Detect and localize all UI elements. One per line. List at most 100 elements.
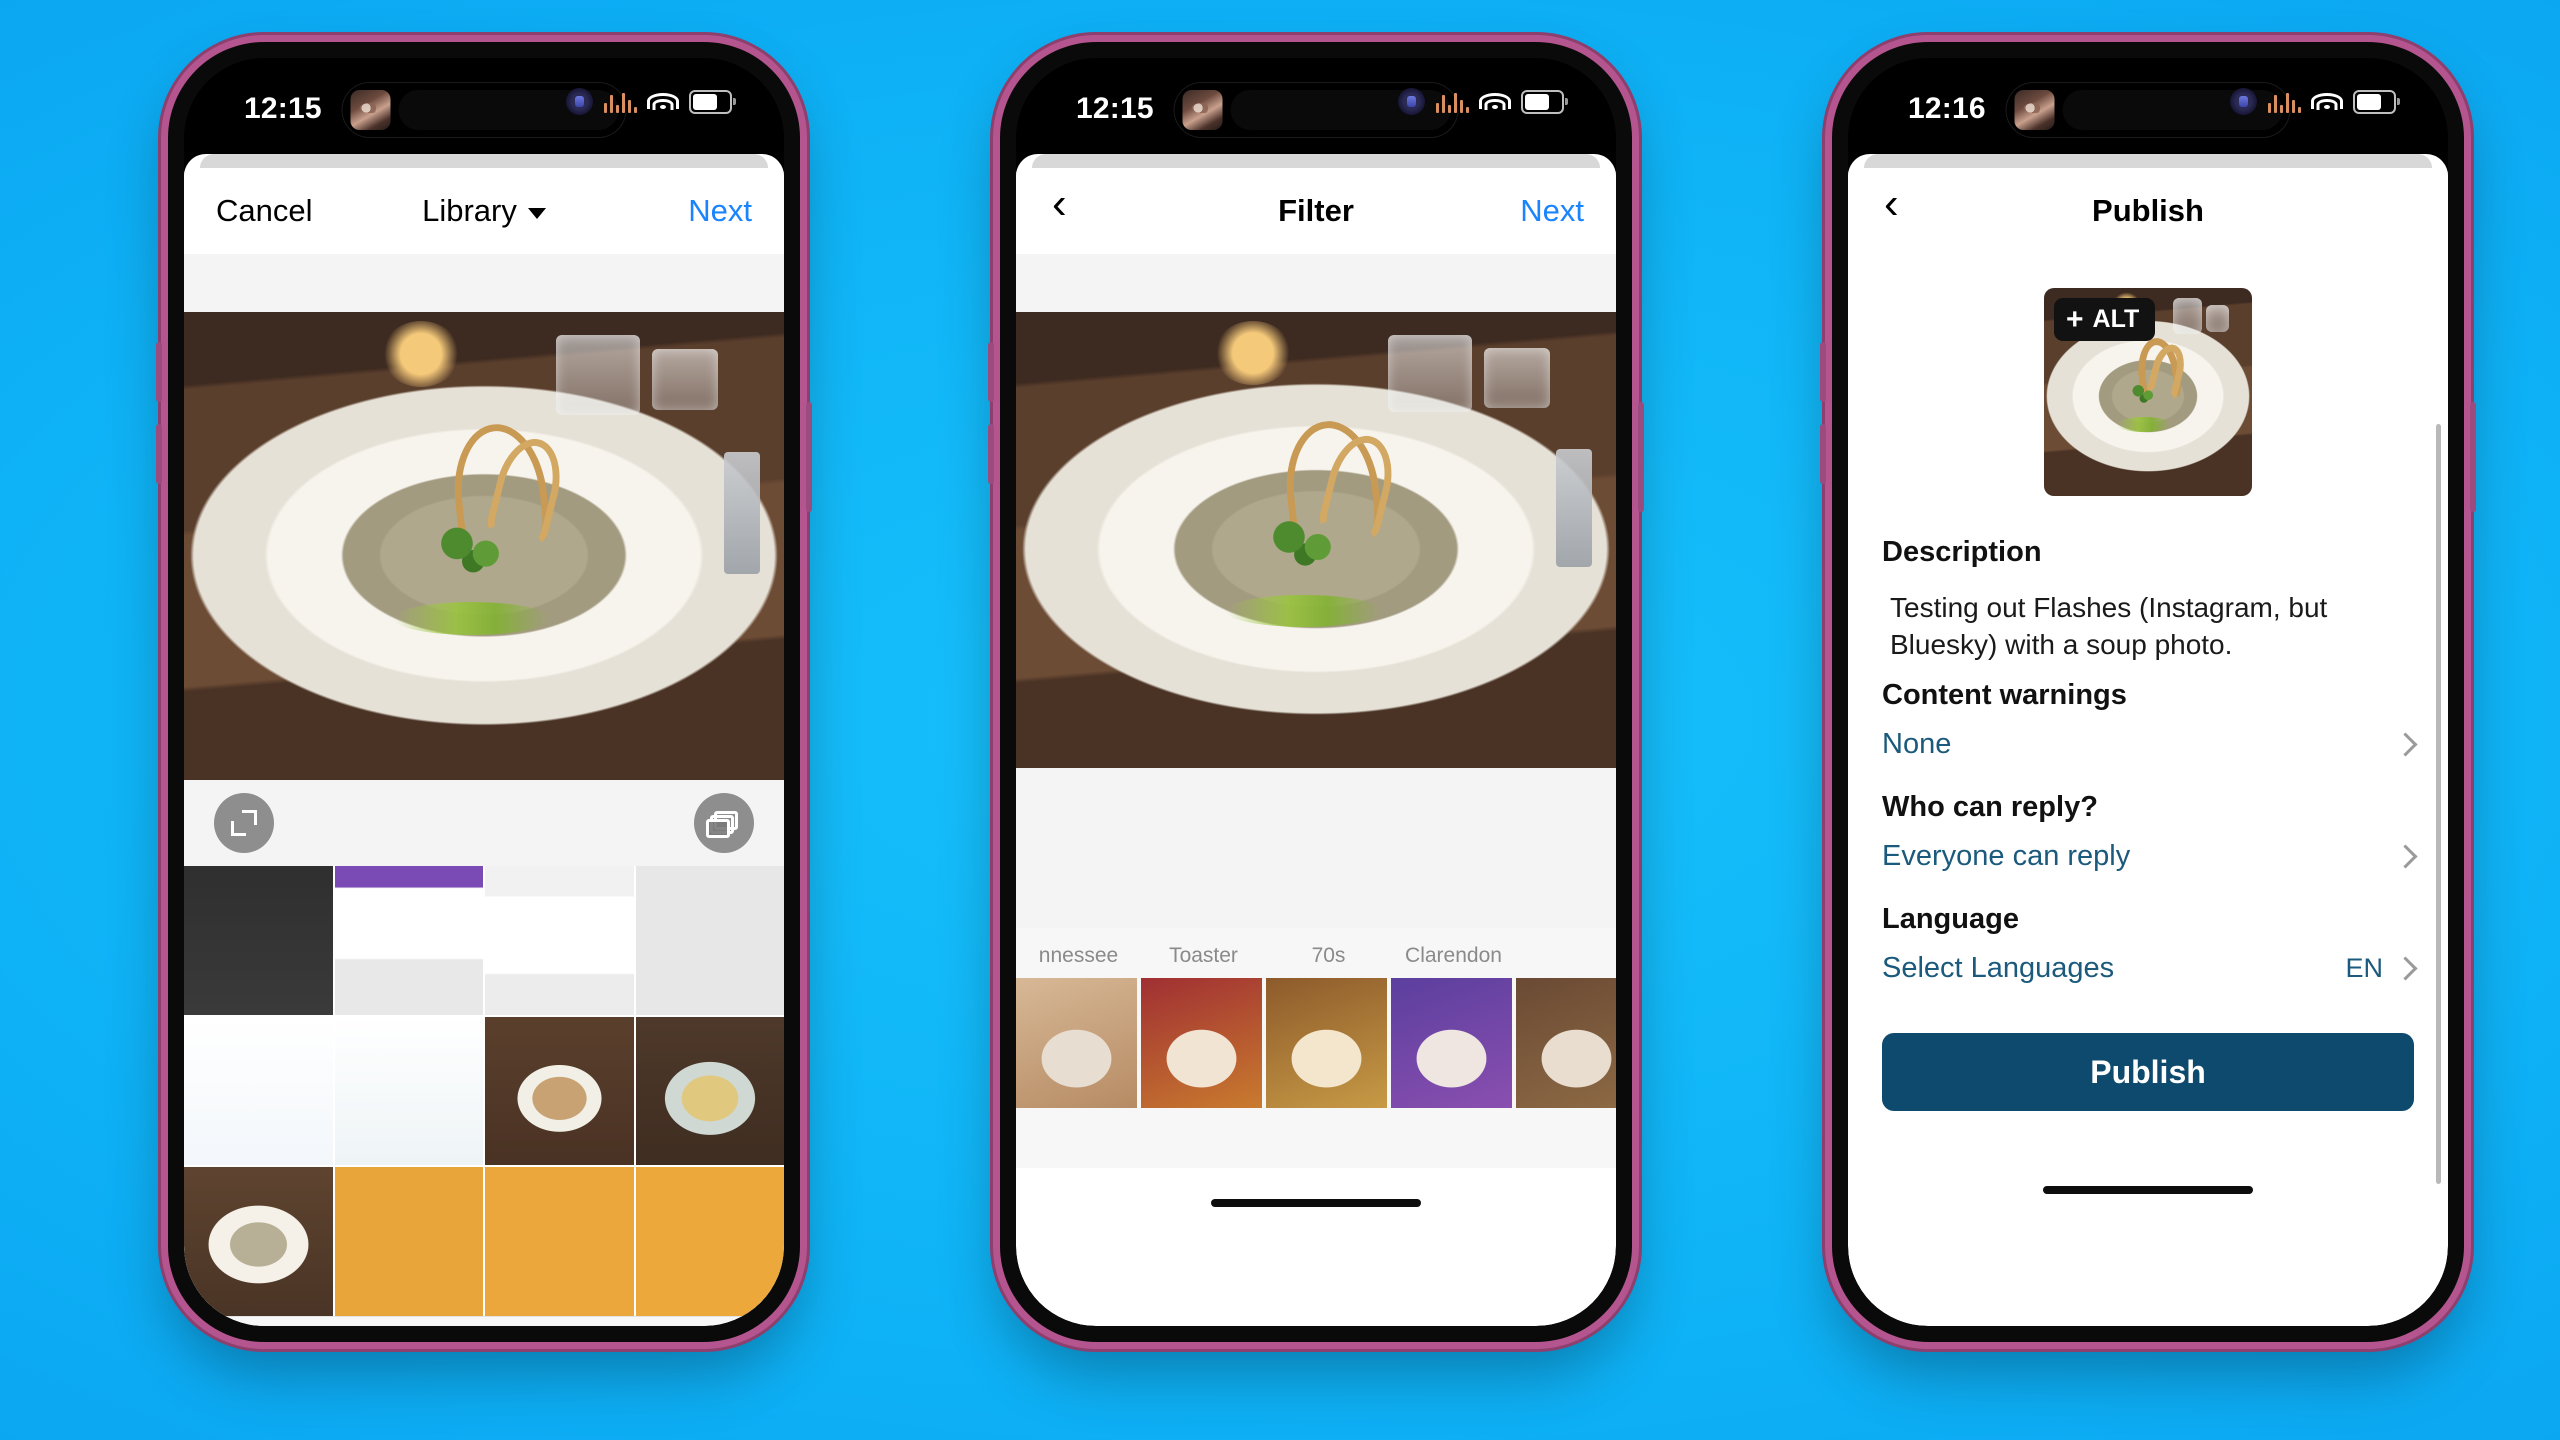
toolbar-gap xyxy=(1016,254,1616,312)
filter-thumb[interactable] xyxy=(1266,978,1387,1108)
cancel-button[interactable]: Cancel xyxy=(216,193,313,229)
filter-thumb[interactable] xyxy=(1516,978,1616,1108)
filter-sheet: ‹ Filter Next nnessee Toaster 70s Claren… xyxy=(1016,154,1616,1326)
filter-name: 70s xyxy=(1311,944,1346,967)
language-right: EN xyxy=(2345,953,2418,984)
filter-thumb[interactable] xyxy=(1141,978,1262,1108)
volume-up-button[interactable] xyxy=(1820,342,1826,402)
siri-icon xyxy=(566,88,593,115)
language-code: EN xyxy=(2345,953,2383,984)
status-icons xyxy=(1398,88,1568,115)
publish-photo-thumbnail[interactable]: + ALT xyxy=(2044,288,2252,496)
grid-item[interactable] xyxy=(635,866,784,1015)
who-can-reply-row[interactable]: Everyone can reply xyxy=(1882,824,2418,887)
filter-name: nnessee xyxy=(1038,944,1119,967)
audio-levels-icon xyxy=(2268,91,2301,113)
volume-up-button[interactable] xyxy=(988,342,994,402)
scrollbar[interactable] xyxy=(2436,424,2441,1184)
library-source-label: Library xyxy=(422,193,517,228)
chevron-down-icon xyxy=(527,207,546,219)
status-bar: 12:16 xyxy=(1848,58,2448,158)
status-time: 12:16 xyxy=(1908,92,1986,125)
publish-button[interactable]: Publish xyxy=(1882,1033,2414,1112)
expand-button[interactable] xyxy=(214,793,274,853)
phone-screen-library: 12:15 Cancel Library Next xyxy=(184,58,784,1326)
content-warnings-right xyxy=(2393,732,2418,757)
battery-icon xyxy=(1521,89,1568,114)
soup-photo xyxy=(1016,312,1616,768)
multi-select-button[interactable] xyxy=(694,793,754,853)
filter-spacer xyxy=(1016,768,1616,928)
publish-thumb-wrap: + ALT xyxy=(1882,254,2414,520)
wifi-icon xyxy=(647,91,679,113)
back-button[interactable]: ‹ xyxy=(1052,182,1067,226)
library-sheet: Cancel Library Next xyxy=(184,154,784,1326)
grid-item[interactable] xyxy=(485,866,634,1015)
selected-photo-preview[interactable] xyxy=(184,312,784,780)
home-indicator[interactable] xyxy=(1211,1199,1421,1207)
description-input[interactable]: Testing out Flashes (Instagram, but Blue… xyxy=(1882,589,2414,663)
chevron-right-icon xyxy=(2393,732,2418,757)
photo-action-bar xyxy=(184,780,784,866)
page-title: Publish xyxy=(2092,193,2204,228)
status-time: 12:15 xyxy=(244,92,322,125)
language-heading: Language xyxy=(1882,903,2019,936)
grid-item[interactable] xyxy=(635,1016,784,1165)
home-indicator-area xyxy=(1016,1168,1616,1238)
filter-thumb[interactable] xyxy=(1391,978,1512,1108)
power-button[interactable] xyxy=(1638,402,1644,512)
filter-names-row: nnessee Toaster 70s Clarendon xyxy=(1016,936,1616,978)
who-can-reply-right xyxy=(2393,844,2418,869)
power-button[interactable] xyxy=(806,402,812,512)
phone-screen-publish: 12:16 ‹ Publish + ALT Description Testin… xyxy=(1848,58,2448,1326)
status-time: 12:15 xyxy=(1076,92,1154,125)
grid-item[interactable] xyxy=(485,1016,634,1165)
home-indicator-area xyxy=(1848,1155,2448,1226)
volume-down-button[interactable] xyxy=(156,424,162,484)
content-warnings-row[interactable]: None xyxy=(1882,712,2418,775)
grid-item[interactable] xyxy=(184,866,333,1015)
grid-item[interactable] xyxy=(635,1167,784,1316)
grid-item[interactable] xyxy=(334,1016,483,1165)
volume-down-button[interactable] xyxy=(988,424,994,484)
next-button[interactable]: Next xyxy=(688,193,752,229)
grid-item[interactable] xyxy=(334,1167,483,1316)
status-icons xyxy=(2230,88,2400,115)
who-can-reply-value: Everyone can reply xyxy=(1882,840,2131,873)
audio-levels-icon xyxy=(1436,91,1469,113)
filter-thumbs-row[interactable] xyxy=(1016,978,1616,1108)
grid-item[interactable] xyxy=(334,866,483,1015)
volume-up-button[interactable] xyxy=(156,342,162,402)
back-button[interactable]: ‹ xyxy=(1884,182,1899,226)
dynamic-island-face-icon xyxy=(1182,90,1223,130)
status-bar: 12:15 xyxy=(184,58,784,158)
publish-sheet: ‹ Publish + ALT Description Testing out … xyxy=(1848,154,2448,1326)
stacked-photos-icon xyxy=(706,811,738,838)
power-button[interactable] xyxy=(2470,402,2476,512)
chevron-right-icon xyxy=(2393,844,2418,869)
filter-strip[interactable]: nnessee Toaster 70s Clarendon xyxy=(1016,928,1616,1108)
battery-icon xyxy=(2353,89,2400,114)
home-indicator[interactable] xyxy=(2043,1186,2253,1195)
grid-item[interactable] xyxy=(485,1167,634,1316)
next-button[interactable]: Next xyxy=(1520,193,1584,229)
volume-down-button[interactable] xyxy=(1820,424,1826,484)
language-row[interactable]: Select Languages EN xyxy=(1882,936,2418,999)
plus-icon: + xyxy=(2066,302,2084,336)
battery-icon xyxy=(689,89,736,114)
grid-item[interactable] xyxy=(184,1167,333,1316)
chevron-right-icon xyxy=(2393,956,2418,981)
dynamic-island-face-icon xyxy=(2014,90,2055,130)
phone-device-publish: 12:16 ‹ Publish + ALT Description Testin… xyxy=(1820,35,2476,1349)
library-navbar: Cancel Library Next xyxy=(184,168,784,254)
grid-item[interactable] xyxy=(184,1016,333,1165)
wifi-icon xyxy=(2311,91,2343,113)
filtered-photo-preview[interactable] xyxy=(1016,312,1616,768)
filter-thumb[interactable] xyxy=(1016,978,1137,1108)
source-tabbar[interactable]: Library Photo Video xyxy=(184,1315,784,1326)
add-alt-text-button[interactable]: + ALT xyxy=(2054,298,2156,341)
publish-navbar: ‹ Publish xyxy=(1848,168,2448,254)
photo-grid[interactable] xyxy=(184,866,784,1316)
expand-icon xyxy=(231,810,257,836)
content-warnings-heading: Content warnings xyxy=(1882,679,2127,712)
